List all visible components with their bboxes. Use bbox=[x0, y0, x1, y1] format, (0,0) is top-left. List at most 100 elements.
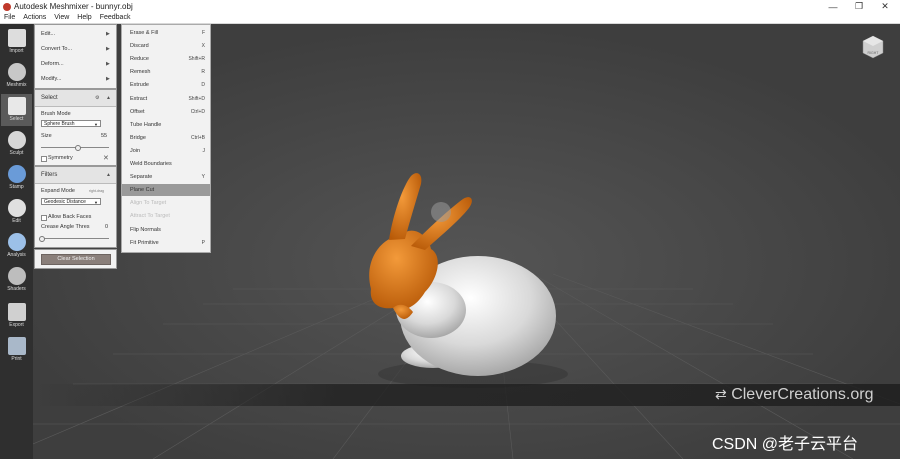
submenu-item-shortcut: P bbox=[201, 239, 205, 246]
submenu-item-shortcut: Shift+R bbox=[188, 56, 205, 63]
import-icon bbox=[7, 29, 26, 47]
submenu-item: Align To Target bbox=[122, 197, 210, 209]
tool-export[interactable]: Export bbox=[1, 300, 32, 332]
submenu-item-shortcut: Ctrl+D bbox=[190, 108, 205, 115]
submenu-item-label: Extract bbox=[130, 95, 148, 102]
submenu-item[interactable]: Flip Normals bbox=[122, 224, 210, 236]
brush-mode-dropdown[interactable]: Sphere Brush ▼ bbox=[41, 120, 101, 127]
gear-icon[interactable]: ⚙ bbox=[95, 95, 99, 101]
tool-print[interactable]: Print bbox=[1, 334, 32, 366]
submenu-item[interactable]: Extract Shift+D bbox=[122, 93, 210, 105]
viewcube-label: RIGHT bbox=[868, 51, 880, 55]
allow-back-faces-label: Allow Back Faces bbox=[48, 214, 92, 220]
submenu-item[interactable]: Erase & Fill F bbox=[122, 27, 210, 39]
submenu-item-label: Fit Primitive bbox=[130, 239, 159, 246]
edit-panel: Edit... ▶ Convert To... ▶ Deform... ▶ Mo… bbox=[34, 24, 117, 89]
symmetry-label: Symmetry bbox=[48, 155, 73, 161]
submenu-item[interactable]: Fit Primitive P bbox=[122, 237, 210, 249]
menu-view[interactable]: View bbox=[50, 13, 73, 23]
menu-bar: File Actions View Help Feedback bbox=[0, 13, 900, 24]
brush-cursor bbox=[431, 202, 451, 222]
submenu-item[interactable]: Discard X bbox=[122, 40, 210, 52]
watermark-text: ⇄ CleverCreations.org bbox=[715, 386, 874, 403]
submenu-item-label: Reduce bbox=[130, 56, 149, 63]
tools-icon[interactable]: ✕ bbox=[103, 154, 109, 162]
expand-mode-dropdown[interactable]: Geodesic Distance ▼ bbox=[41, 198, 101, 205]
submenu-item[interactable]: Plane Cut bbox=[122, 184, 210, 197]
submenu-item[interactable]: Offset Ctrl+D bbox=[122, 106, 210, 118]
convert-to-menu-item[interactable]: Convert To... bbox=[41, 46, 72, 52]
meshmixer-logo-icon bbox=[3, 2, 11, 11]
clear-selection-button[interactable]: Clear Selection bbox=[41, 254, 111, 265]
brush-mode-value: Sphere Brush bbox=[44, 121, 75, 127]
window-title: Autodesk Meshmixer - bunnyr.obj bbox=[14, 2, 133, 11]
sculpt-icon bbox=[7, 131, 26, 149]
expand-mode-label: Expand Mode bbox=[41, 188, 75, 194]
edit-submenu: Erase & Fill F Discard X Reduce Shift+R Remesh… bbox=[121, 24, 211, 253]
modify-menu-item[interactable]: Modify... bbox=[41, 76, 61, 82]
tool-stamp[interactable]: Stamp bbox=[1, 162, 32, 194]
select-icon bbox=[7, 97, 26, 115]
submenu-item[interactable]: Join J bbox=[122, 145, 210, 157]
submenu-item[interactable]: Weld Boundaries bbox=[122, 158, 210, 170]
edit-menu-item[interactable]: Edit... bbox=[41, 31, 55, 37]
submenu-item-label: Join bbox=[130, 147, 141, 154]
submenu-item-label: Align To Target bbox=[130, 200, 167, 207]
tool-import[interactable]: Import bbox=[1, 26, 32, 58]
menu-actions[interactable]: Actions bbox=[19, 13, 50, 23]
submenu-item[interactable]: Tube Handle bbox=[122, 119, 210, 131]
size-slider-handle[interactable] bbox=[75, 145, 82, 151]
menu-file[interactable]: File bbox=[0, 13, 19, 23]
submenu-item[interactable]: Bridge Ctrl+B bbox=[122, 132, 210, 144]
export-icon bbox=[7, 303, 26, 321]
submenu-item-label: Plane Cut bbox=[130, 187, 155, 194]
close-icon[interactable]: ✕ bbox=[872, 0, 898, 13]
submenu-item-label: Erase & Fill bbox=[130, 30, 159, 36]
brush-mode-label: Brush Mode bbox=[41, 111, 71, 117]
viewcube[interactable]: RIGHT bbox=[862, 35, 884, 59]
submenu-item-label: Offset bbox=[130, 108, 145, 115]
menu-feedback[interactable]: Feedback bbox=[96, 13, 135, 23]
submenu-item-label: Separate bbox=[130, 174, 153, 181]
title-bar: Autodesk Meshmixer - bunnyr.obj — ❐ ✕ bbox=[0, 0, 900, 13]
filters-panel: Filters ▲ Expand Mode right-drag Geodesi… bbox=[34, 166, 117, 248]
chevron-right-icon: ▶ bbox=[106, 46, 110, 52]
expand-mode-hint: right-drag bbox=[89, 189, 104, 193]
tool-shaders[interactable]: Shaders bbox=[1, 264, 32, 296]
submenu-item[interactable]: Reduce Shift+R bbox=[122, 53, 210, 65]
submenu-item-shortcut: J bbox=[202, 147, 206, 154]
meshmix-icon bbox=[7, 63, 26, 81]
chevron-down-icon: ▼ bbox=[94, 122, 98, 127]
submenu-item-label: Tube Handle bbox=[130, 121, 162, 128]
symmetry-checkbox[interactable] bbox=[41, 156, 47, 162]
tool-sculpt[interactable]: Sculpt bbox=[1, 128, 32, 160]
minimize-icon[interactable]: — bbox=[820, 0, 846, 13]
tool-meshmix[interactable]: Meshmix bbox=[1, 60, 32, 92]
tool-select[interactable]: Select bbox=[1, 94, 32, 126]
submenu-item[interactable]: Remesh R bbox=[122, 66, 210, 78]
submenu-item-label: Flip Normals bbox=[130, 226, 161, 233]
chevron-down-icon: ▼ bbox=[94, 200, 98, 205]
allow-back-faces-checkbox[interactable] bbox=[41, 215, 47, 221]
filters-panel-title: Filters bbox=[41, 172, 58, 178]
tool-analysis[interactable]: Analysis bbox=[1, 230, 32, 262]
credit-text: CSDN @老子云平台 bbox=[712, 436, 859, 453]
submenu-item-shortcut: F bbox=[201, 30, 205, 36]
maximize-icon[interactable]: ❐ bbox=[846, 0, 872, 13]
chevron-right-icon: ▶ bbox=[106, 76, 110, 82]
tool-edit[interactable]: Edit bbox=[1, 196, 32, 228]
collapse-icon[interactable]: ▲ bbox=[106, 172, 111, 178]
watermark-logo-icon: ⇄ bbox=[715, 386, 727, 402]
submenu-item-shortcut: D bbox=[201, 82, 205, 89]
clear-selection-panel: Clear Selection bbox=[34, 249, 117, 269]
crease-angle-slider-handle[interactable] bbox=[39, 236, 45, 242]
submenu-item[interactable]: Extrude D bbox=[122, 79, 210, 91]
size-value: 55 bbox=[101, 133, 108, 139]
submenu-item[interactable]: Separate Y bbox=[122, 171, 210, 183]
crease-angle-slider[interactable] bbox=[41, 238, 109, 239]
left-toolbar: Import Meshmix Select Sculpt Stamp Edit … bbox=[0, 24, 33, 459]
chevron-right-icon: ▶ bbox=[106, 31, 110, 37]
deform-menu-item[interactable]: Deform... bbox=[41, 61, 64, 67]
menu-help[interactable]: Help bbox=[73, 13, 95, 23]
collapse-icon[interactable]: ▲ bbox=[106, 95, 111, 101]
